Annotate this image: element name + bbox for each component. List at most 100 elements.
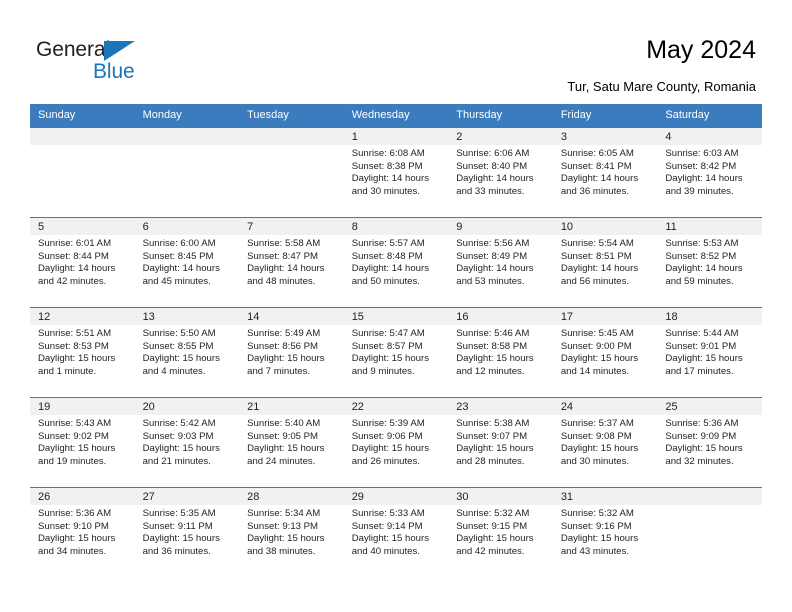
daylight-text-line2: and 30 minutes. [560, 455, 630, 467]
weekday-header-row: Sunday Monday Tuesday Wednesday Thursday… [30, 104, 762, 128]
day-number: 26 [30, 488, 135, 505]
day-number: 13 [134, 308, 240, 325]
calendar-day-cell[interactable]: 20 Sunrise: 5:42 AM Sunset: 9:03 PM Dayligh… [134, 397, 240, 488]
weekday-header-sunday: Sunday [30, 104, 135, 128]
day-cell-content: 20 Sunrise: 5:42 AM Sunset: 9:03 PM Dayligh… [134, 398, 240, 487]
sunrise-text: Sunrise: 5:44 AM [665, 328, 739, 339]
day-cell-content: 12 Sunrise: 5:51 AM Sunset: 8:53 PM Dayligh… [30, 308, 135, 397]
calendar-day-cell[interactable] [30, 127, 135, 218]
daylight-text-line1: Daylight: 14 hours [456, 263, 534, 275]
calendar-day-cell[interactable]: 28 Sunrise: 5:34 AM Sunset: 9:13 PM Dayligh… [239, 487, 344, 578]
daylight-text-line2: and 26 minutes. [351, 455, 420, 467]
day-cell-content: 24 Sunrise: 5:37 AM Sunset: 9:08 PM Dayligh… [552, 398, 658, 487]
calendar-day-cell[interactable]: 22 Sunrise: 5:39 AM Sunset: 9:06 PM Dayligh… [343, 397, 449, 488]
daylight-text-line2: and 38 minutes. [247, 545, 316, 557]
daylight-text-line1: Daylight: 14 hours [142, 263, 220, 275]
day-details: Sunrise: 5:40 AM Sunset: 9:05 PM Daylight:… [239, 415, 344, 468]
page-header: General Blue May 2024 Tur, Satu Mare Cou… [0, 0, 792, 104]
day-details: Sunrise: 5:56 AM Sunset: 8:49 PM Daylight:… [448, 235, 553, 288]
sunset-text: Sunset: 8:53 PM [38, 340, 109, 352]
day-cell-content: 22 Sunrise: 5:39 AM Sunset: 9:06 PM Dayligh… [343, 398, 449, 487]
calendar-day-cell[interactable]: 12 Sunrise: 5:51 AM Sunset: 8:53 PM Dayligh… [30, 307, 135, 398]
daylight-text-line1: Daylight: 15 hours [142, 353, 220, 365]
day-cell-content: 3 Sunrise: 6:05 AM Sunset: 8:41 PM Daylight… [552, 128, 658, 217]
calendar-day-cell[interactable]: 10 Sunrise: 5:54 AM Sunset: 8:51 PM Dayligh… [552, 217, 658, 308]
day-cell-content: 5 Sunrise: 6:01 AM Sunset: 8:44 PM Daylight… [30, 218, 135, 307]
calendar-day-cell[interactable]: 2 Sunrise: 6:06 AM Sunset: 8:40 PM Daylight… [448, 127, 553, 218]
daylight-text-line2: and 45 minutes. [142, 275, 211, 287]
daylight-text-line2: and 43 minutes. [560, 545, 630, 557]
day-details: Sunrise: 5:47 AM Sunset: 8:57 PM Daylight:… [344, 325, 449, 378]
calendar-day-cell[interactable]: 18 Sunrise: 5:44 AM Sunset: 9:01 PM Dayligh… [657, 307, 762, 398]
calendar-week-row: 12 Sunrise: 5:51 AM Sunset: 8:53 PM Dayligh… [30, 307, 762, 398]
daylight-text-line2: and 7 minutes. [247, 365, 311, 377]
calendar-body: 1 Sunrise: 6:08 AM Sunset: 8:38 PM Daylight… [30, 127, 762, 578]
day-number: 20 [134, 398, 240, 415]
sunrise-text: Sunrise: 5:32 AM [456, 508, 530, 519]
page-title: May 2024 [646, 36, 756, 64]
daylight-text-line1: Daylight: 15 hours [456, 443, 534, 455]
calendar-day-cell[interactable] [657, 487, 762, 578]
brand-triangle-icon [104, 41, 135, 61]
calendar-day-cell[interactable]: 7 Sunrise: 5:58 AM Sunset: 8:47 PM Daylight… [239, 217, 344, 308]
daylight-text-line2: and 48 minutes. [247, 275, 316, 287]
calendar-day-cell[interactable]: 30 Sunrise: 5:32 AM Sunset: 9:15 PM Dayligh… [448, 487, 553, 578]
day-number [134, 128, 240, 145]
daylight-text-line1: Daylight: 15 hours [456, 353, 534, 365]
calendar-day-cell[interactable]: 11 Sunrise: 5:53 AM Sunset: 8:52 PM Dayligh… [657, 217, 762, 308]
day-details: Sunrise: 6:08 AM Sunset: 8:38 PM Daylight:… [344, 145, 449, 198]
calendar-day-cell[interactable]: 16 Sunrise: 5:46 AM Sunset: 8:58 PM Dayligh… [448, 307, 553, 398]
calendar-day-cell[interactable]: 17 Sunrise: 5:45 AM Sunset: 9:00 PM Dayligh… [552, 307, 658, 398]
calendar-day-cell[interactable]: 29 Sunrise: 5:33 AM Sunset: 9:14 PM Dayligh… [343, 487, 449, 578]
sunrise-text: Sunrise: 5:35 AM [142, 508, 216, 519]
calendar-day-cell[interactable]: 8 Sunrise: 5:57 AM Sunset: 8:48 PM Daylight… [343, 217, 449, 308]
day-details: Sunrise: 6:05 AM Sunset: 8:41 PM Daylight:… [553, 145, 658, 198]
calendar-day-cell[interactable]: 21 Sunrise: 5:40 AM Sunset: 9:05 PM Dayligh… [239, 397, 344, 488]
day-details: Sunrise: 6:00 AM Sunset: 8:45 PM Daylight:… [135, 235, 240, 288]
sunrise-text: Sunrise: 6:06 AM [456, 148, 530, 159]
calendar-day-cell[interactable]: 9 Sunrise: 5:56 AM Sunset: 8:49 PM Daylight… [448, 217, 553, 308]
sunrise-text: Sunrise: 5:39 AM [351, 418, 425, 429]
sunrise-text: Sunrise: 6:01 AM [38, 238, 112, 249]
day-number: 29 [343, 488, 449, 505]
brand-logo[interactable]: General Blue [36, 38, 216, 90]
sunset-text: Sunset: 9:08 PM [560, 430, 632, 442]
day-cell-content: 2 Sunrise: 6:06 AM Sunset: 8:40 PM Daylight… [448, 128, 553, 217]
sunrise-text: Sunrise: 5:49 AM [247, 328, 321, 339]
day-cell-content: 31 Sunrise: 5:32 AM Sunset: 9:16 PM Dayligh… [552, 488, 658, 577]
daylight-text-line1: Daylight: 15 hours [142, 533, 220, 545]
weekday-header-wednesday: Wednesday [343, 104, 449, 128]
daylight-text-line1: Daylight: 15 hours [456, 533, 534, 545]
day-number: 12 [30, 308, 135, 325]
sunrise-text: Sunrise: 5:40 AM [247, 418, 321, 429]
calendar-day-cell[interactable]: 27 Sunrise: 5:35 AM Sunset: 9:11 PM Dayligh… [134, 487, 240, 578]
day-details: Sunrise: 5:32 AM Sunset: 9:16 PM Daylight:… [553, 505, 658, 558]
calendar-day-cell[interactable] [239, 127, 344, 218]
calendar-day-cell[interactable]: 26 Sunrise: 5:36 AM Sunset: 9:10 PM Dayligh… [30, 487, 135, 578]
calendar-day-cell[interactable]: 24 Sunrise: 5:37 AM Sunset: 9:08 PM Dayligh… [552, 397, 658, 488]
sunset-text: Sunset: 8:51 PM [560, 250, 632, 262]
calendar-day-cell[interactable]: 1 Sunrise: 6:08 AM Sunset: 8:38 PM Daylight… [343, 127, 449, 218]
calendar-day-cell[interactable]: 25 Sunrise: 5:36 AM Sunset: 9:09 PM Dayligh… [657, 397, 762, 488]
calendar-day-cell[interactable]: 6 Sunrise: 6:00 AM Sunset: 8:45 PM Daylight… [134, 217, 240, 308]
calendar-day-cell[interactable] [134, 127, 240, 218]
calendar-day-cell[interactable]: 23 Sunrise: 5:38 AM Sunset: 9:07 PM Dayligh… [448, 397, 553, 488]
sunrise-text: Sunrise: 5:47 AM [351, 328, 425, 339]
calendar-day-cell[interactable]: 13 Sunrise: 5:50 AM Sunset: 8:55 PM Dayligh… [134, 307, 240, 398]
daylight-text-line1: Daylight: 14 hours [38, 263, 116, 275]
sunrise-text: Sunrise: 5:33 AM [351, 508, 425, 519]
calendar-day-cell[interactable]: 14 Sunrise: 5:49 AM Sunset: 8:56 PM Dayligh… [239, 307, 344, 398]
daylight-text-line2: and 12 minutes. [456, 365, 525, 377]
day-cell-content: 13 Sunrise: 5:50 AM Sunset: 8:55 PM Dayligh… [134, 308, 240, 397]
sunrise-text: Sunrise: 5:37 AM [560, 418, 634, 429]
daylight-text-line1: Daylight: 15 hours [142, 443, 220, 455]
calendar-day-cell[interactable]: 15 Sunrise: 5:47 AM Sunset: 8:57 PM Dayligh… [343, 307, 449, 398]
sunset-text: Sunset: 9:15 PM [456, 520, 528, 532]
calendar-day-cell[interactable]: 4 Sunrise: 6:03 AM Sunset: 8:42 PM Daylight… [657, 127, 762, 218]
daylight-text-line2: and 42 minutes. [456, 545, 525, 557]
calendar-day-cell[interactable]: 5 Sunrise: 6:01 AM Sunset: 8:44 PM Daylight… [30, 217, 135, 308]
calendar-day-cell[interactable]: 3 Sunrise: 6:05 AM Sunset: 8:41 PM Daylight… [552, 127, 658, 218]
sunset-text: Sunset: 8:49 PM [456, 250, 528, 262]
calendar-day-cell[interactable]: 31 Sunrise: 5:32 AM Sunset: 9:16 PM Dayligh… [552, 487, 658, 578]
calendar-day-cell[interactable]: 19 Sunrise: 5:43 AM Sunset: 9:02 PM Dayligh… [30, 397, 135, 488]
